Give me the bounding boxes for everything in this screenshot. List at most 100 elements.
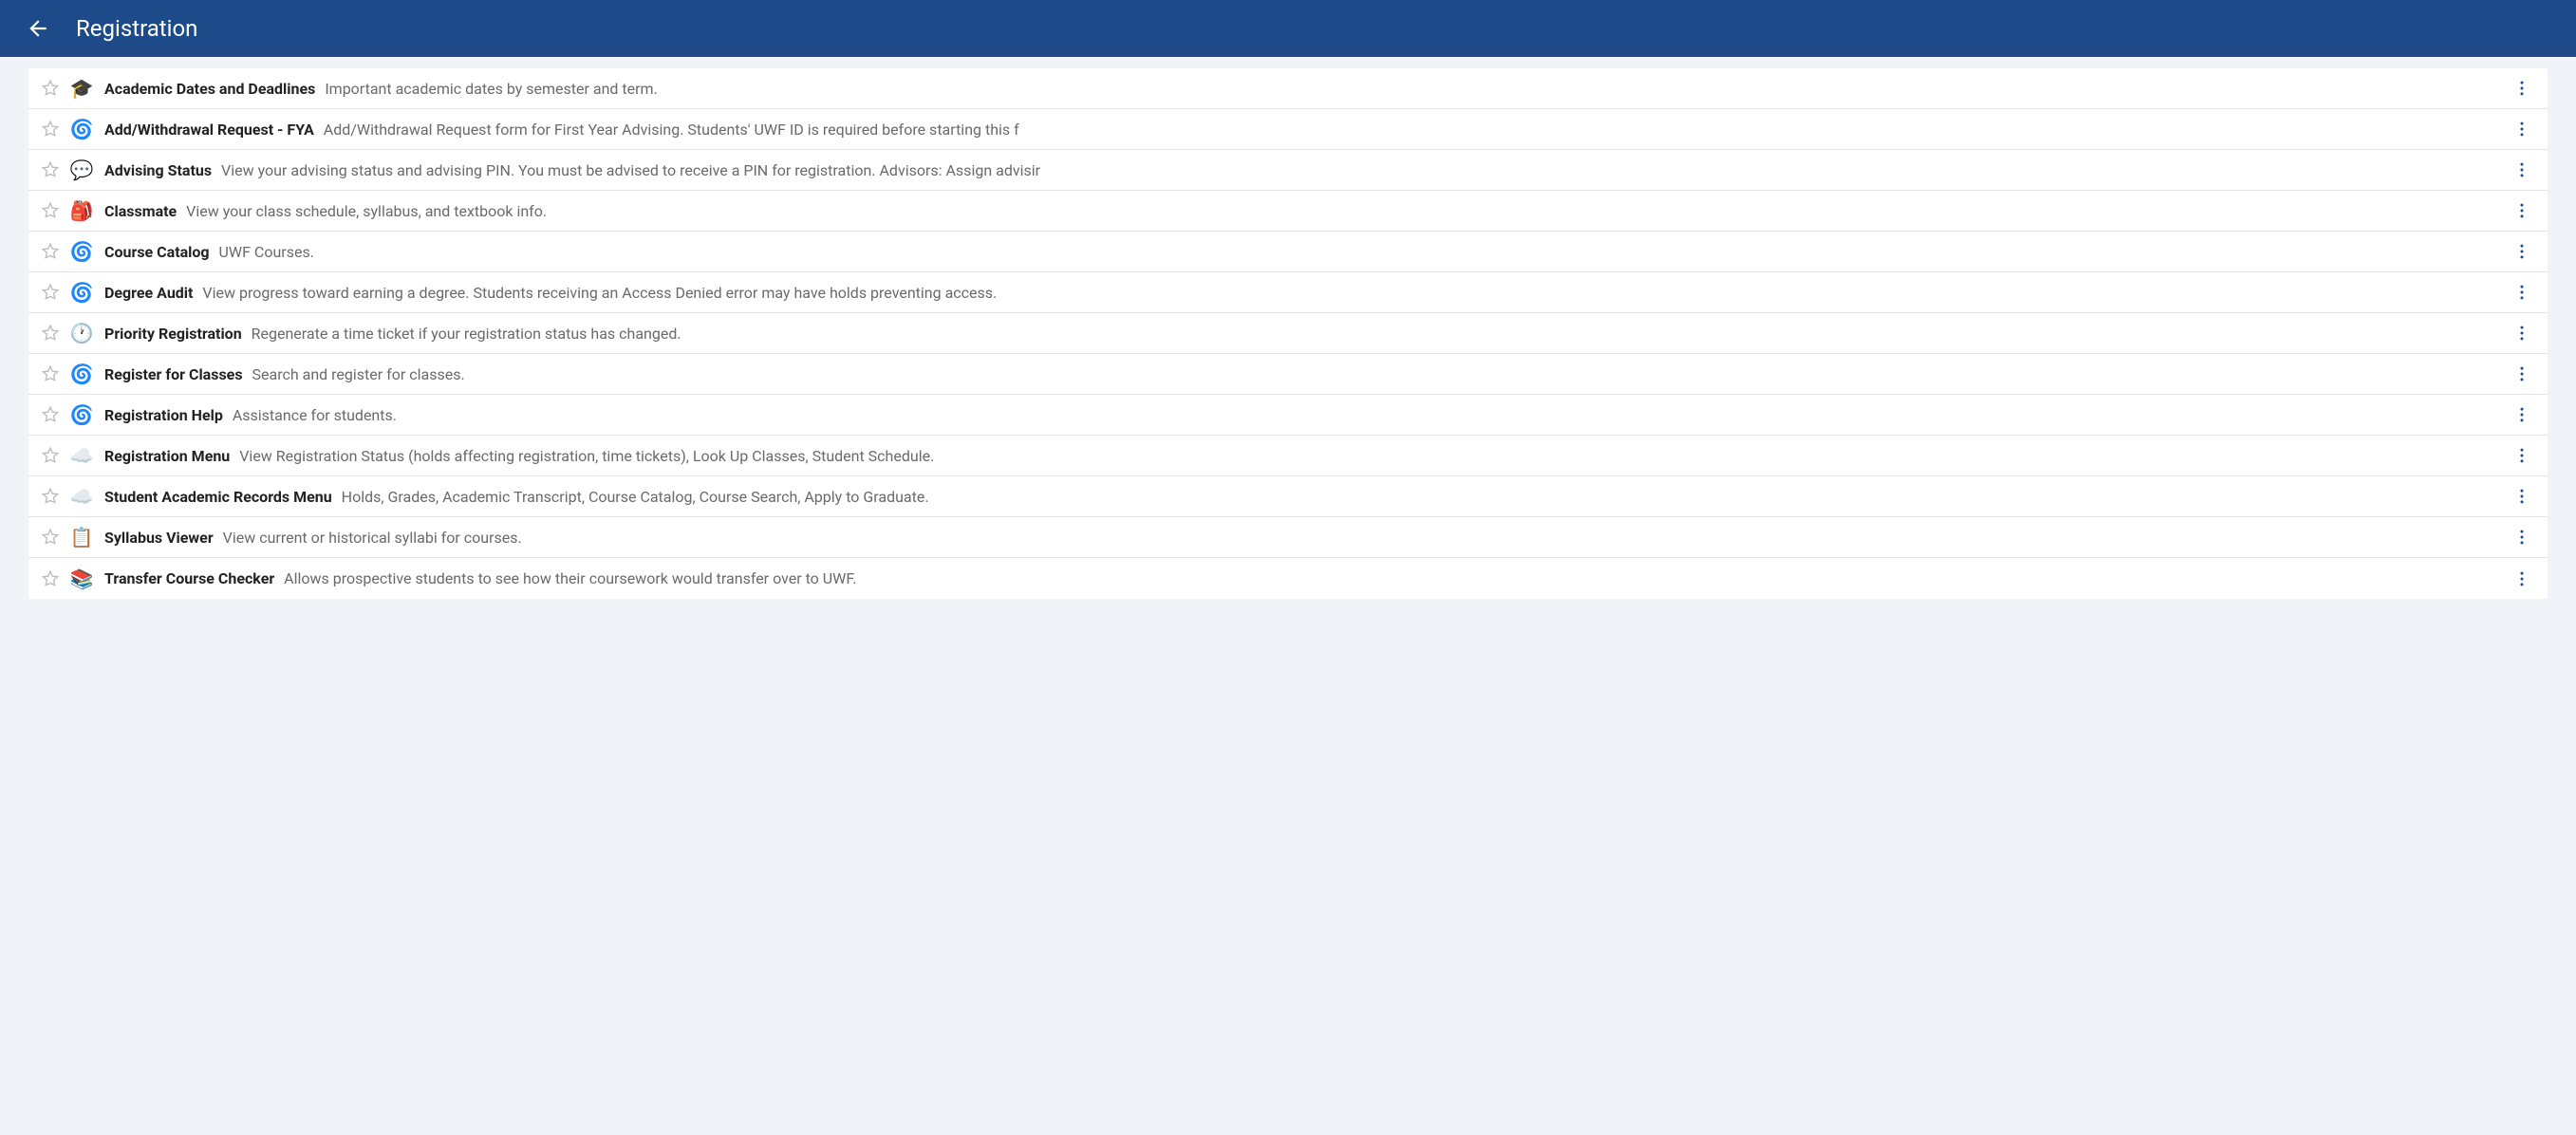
item-description: Regenerate a time ticket if your registr… [252, 325, 681, 343]
star-outline-icon [40, 323, 61, 344]
app-icon: ☁️ [70, 485, 93, 508]
favorite-toggle[interactable] [36, 482, 65, 511]
item-description: Allows prospective students to see how t… [284, 569, 856, 587]
app-icon: 🌀 [70, 118, 93, 140]
item-title: Student Academic Records Menu [104, 488, 332, 506]
item-description: View Registration Status (holds affectin… [239, 447, 934, 465]
app-icon: 🕐 [70, 322, 93, 344]
list-item[interactable]: 📚 Transfer Course Checker Allows prospec… [28, 558, 2548, 599]
dots-vertical-icon [2512, 405, 2531, 424]
star-outline-icon [40, 527, 61, 548]
list-item[interactable]: 📋 Syllabus Viewer View current or histor… [28, 517, 2548, 558]
app-icon: 🎒 [70, 199, 93, 222]
dots-vertical-icon [2512, 201, 2531, 220]
more-options-button[interactable] [2508, 565, 2536, 593]
item-text: Student Academic Records Menu Holds, Gra… [104, 488, 2508, 506]
item-title: Advising Status [104, 161, 212, 179]
dots-vertical-icon [2512, 283, 2531, 302]
favorite-toggle[interactable] [36, 156, 65, 184]
item-text: Add/Withdrawal Request - FYA Add/Withdra… [104, 121, 2508, 139]
back-button[interactable] [19, 9, 57, 47]
favorite-toggle[interactable] [36, 319, 65, 347]
app-icon: 🌀 [70, 403, 93, 426]
list-item[interactable]: 🌀 Degree Audit View progress toward earn… [28, 272, 2548, 313]
star-outline-icon [40, 119, 61, 140]
more-options-button[interactable] [2508, 156, 2536, 184]
star-outline-icon [40, 241, 61, 262]
list-item[interactable]: ☁️ Registration Menu View Registration S… [28, 436, 2548, 476]
item-text: Register for Classes Search and register… [104, 365, 2508, 383]
item-title: Degree Audit [104, 284, 193, 302]
more-options-button[interactable] [2508, 278, 2536, 307]
list-item[interactable]: 🌀 Add/Withdrawal Request - FYA Add/Withd… [28, 109, 2548, 150]
item-title: Registration Help [104, 406, 223, 424]
app-icon: 💬 [70, 158, 93, 181]
list-item[interactable]: 🌀 Register for Classes Search and regist… [28, 354, 2548, 395]
item-title: Transfer Course Checker [104, 569, 274, 587]
favorite-toggle[interactable] [36, 523, 65, 551]
list-item[interactable]: 🎓 Academic Dates and Deadlines Important… [28, 68, 2548, 109]
app-icon: 🌀 [70, 281, 93, 304]
favorite-toggle[interactable] [36, 565, 65, 593]
favorite-toggle[interactable] [36, 196, 65, 225]
app-icon: 🎓 [70, 77, 93, 100]
list-item[interactable]: 💬 Advising Status View your advising sta… [28, 150, 2548, 191]
favorite-toggle[interactable] [36, 74, 65, 102]
item-title: Syllabus Viewer [104, 529, 214, 547]
more-options-button[interactable] [2508, 400, 2536, 429]
item-description: Holds, Grades, Academic Transcript, Cour… [342, 488, 929, 506]
list-item[interactable]: 🎒 Classmate View your class schedule, sy… [28, 191, 2548, 232]
more-options-button[interactable] [2508, 196, 2536, 225]
dots-vertical-icon [2512, 364, 2531, 383]
app-icon: ☁️ [70, 444, 93, 467]
item-text: Classmate View your class schedule, syll… [104, 202, 2508, 220]
list-item[interactable]: 🕐 Priority Registration Regenerate a tim… [28, 313, 2548, 354]
item-description: Search and register for classes. [252, 365, 465, 383]
item-text: Syllabus Viewer View current or historic… [104, 529, 2508, 547]
app-list: 🎓 Academic Dates and Deadlines Important… [28, 68, 2548, 599]
item-description: UWF Courses. [219, 243, 314, 261]
item-text: Priority Registration Regenerate a time … [104, 325, 2508, 343]
app-icon: 📋 [70, 526, 93, 549]
item-title: Priority Registration [104, 325, 242, 343]
more-options-button[interactable] [2508, 237, 2536, 266]
page-title: Registration [76, 15, 197, 42]
list-item[interactable]: 🌀 Registration Help Assistance for stude… [28, 395, 2548, 436]
more-options-button[interactable] [2508, 441, 2536, 470]
item-description: Assistance for students. [233, 406, 397, 424]
star-outline-icon [40, 200, 61, 221]
item-text: Registration Help Assistance for student… [104, 406, 2508, 424]
star-outline-icon [40, 486, 61, 507]
header: Registration [0, 0, 2576, 57]
dots-vertical-icon [2512, 324, 2531, 343]
item-title: Academic Dates and Deadlines [104, 80, 315, 98]
more-options-button[interactable] [2508, 523, 2536, 551]
favorite-toggle[interactable] [36, 115, 65, 143]
more-options-button[interactable] [2508, 115, 2536, 143]
more-options-button[interactable] [2508, 360, 2536, 388]
dots-vertical-icon [2512, 242, 2531, 261]
dots-vertical-icon [2512, 487, 2531, 506]
favorite-toggle[interactable] [36, 400, 65, 429]
star-outline-icon [40, 282, 61, 303]
arrow-left-icon [26, 16, 50, 41]
item-description: View your class schedule, syllabus, and … [186, 202, 547, 220]
more-options-button[interactable] [2508, 319, 2536, 347]
list-item[interactable]: ☁️ Student Academic Records Menu Holds, … [28, 476, 2548, 517]
item-title: Add/Withdrawal Request - FYA [104, 121, 314, 139]
favorite-toggle[interactable] [36, 237, 65, 266]
favorite-toggle[interactable] [36, 278, 65, 307]
more-options-button[interactable] [2508, 482, 2536, 511]
more-options-button[interactable] [2508, 74, 2536, 102]
favorite-toggle[interactable] [36, 360, 65, 388]
favorite-toggle[interactable] [36, 441, 65, 470]
item-description: View current or historical syllabi for c… [223, 529, 522, 547]
item-description: Important academic dates by semester and… [325, 80, 658, 98]
item-title: Register for Classes [104, 365, 243, 383]
list-item[interactable]: 🌀 Course Catalog UWF Courses. [28, 232, 2548, 272]
dots-vertical-icon [2512, 528, 2531, 547]
dots-vertical-icon [2512, 120, 2531, 139]
dots-vertical-icon [2512, 446, 2531, 465]
star-outline-icon [40, 78, 61, 99]
item-title: Registration Menu [104, 447, 230, 465]
